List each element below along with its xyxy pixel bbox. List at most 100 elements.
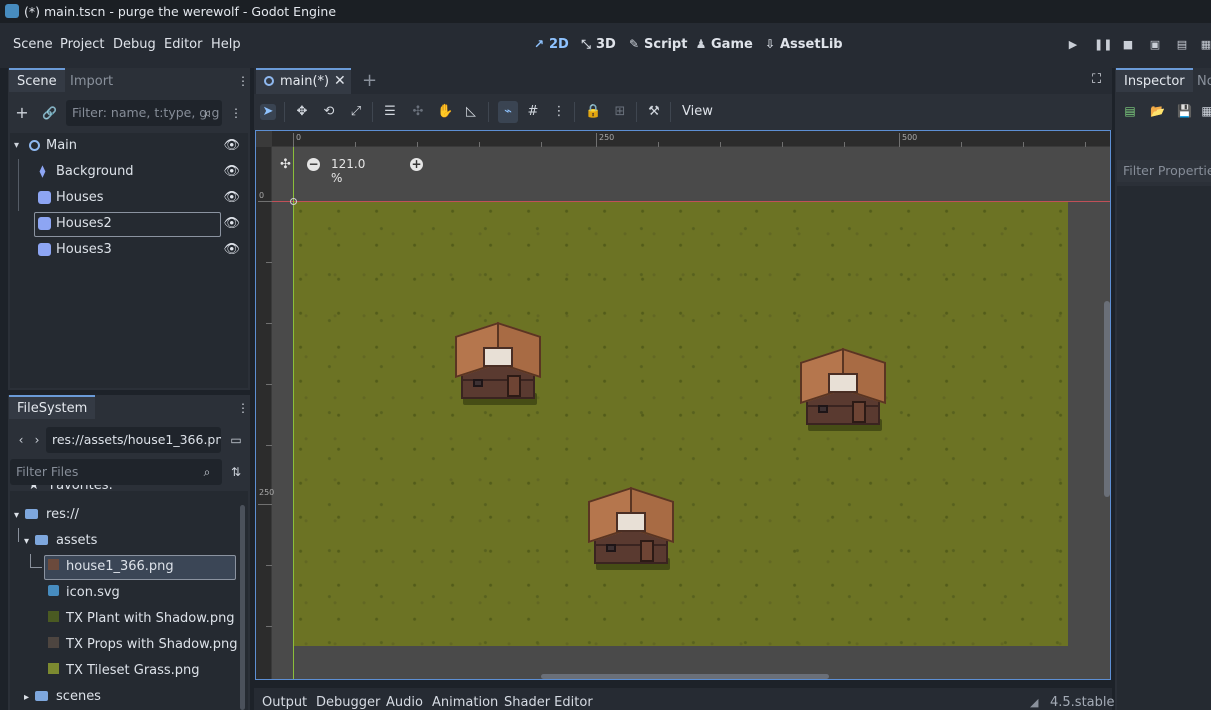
fs-file-plant[interactable]: TX Plant with Shadow.png [48,606,235,632]
scene-filter-input[interactable]: Filter: name, t:type, g:g [66,100,222,126]
extra-options-icon[interactable]: ▦ [1200,104,1211,118]
tab-scene[interactable]: Scene [9,68,65,92]
zoom-out-icon[interactable]: − [307,158,320,171]
save-resource-icon[interactable]: 💾 [1177,104,1192,118]
collapse-arrow-icon[interactable]: ▾ [14,133,19,159]
visibility-eye-icon[interactable]: 👁 [223,211,240,237]
zoom-level-button[interactable]: 121.0 % [331,157,365,185]
menu-editor[interactable]: Editor [164,37,202,52]
load-resource-icon[interactable]: 📂 [1150,104,1165,118]
canvas-viewport[interactable]: 0 250 500 0 250 ✣ − 121.0 % + [255,130,1111,680]
skeleton-tool-icon[interactable]: ⚒ [646,104,662,120]
group-icon[interactable]: ⊞ [612,104,628,120]
menu-project[interactable]: Project [60,37,104,52]
fs-folder-assets[interactable]: ▾ assets [18,528,97,554]
file-filter-input[interactable]: Filter Files [10,459,222,485]
snap-options-icon[interactable]: ⋮ [551,104,567,120]
new-scene-tab-icon[interactable]: + [362,70,377,91]
distraction-free-icon[interactable]: ⛶ [1092,72,1101,87]
fs-file-tileset[interactable]: TX Tileset Grass.png [48,658,200,684]
rotate-tool-icon[interactable]: ⟲ [321,104,337,120]
tree-node-houses[interactable]: Houses 👁 [12,185,244,211]
workspace-3d-button[interactable]: ⤡ 3D [579,37,616,52]
visibility-eye-icon[interactable]: 👁 [223,159,240,185]
dock-menu-icon[interactable]: ⋮ [236,401,250,415]
inspector-filter-input[interactable]: Filter Properties [1117,160,1211,182]
bottom-tab-shader-editor[interactable]: Shader Editor [504,695,593,710]
pivot-tool-icon[interactable]: ✣ [410,104,426,120]
tab-inspector[interactable]: Inspector [1116,68,1193,92]
bottom-tab-audio[interactable]: Audio [386,695,423,710]
houses3-sprite[interactable] [588,482,674,572]
list-select-icon[interactable]: ☰ [382,104,398,120]
forward-arrow-icon[interactable]: › [30,433,44,447]
lock-icon[interactable]: 🔒 [585,104,601,120]
scene-options-icon[interactable]: ⋮ [229,106,243,120]
menu-debug[interactable]: Debug [113,37,156,52]
expand-arrow-icon[interactable]: ▸ [24,692,29,703]
houses2-sprite[interactable] [800,343,886,433]
dock-menu-icon[interactable]: ⋮ [236,74,250,88]
scene-tab-main[interactable]: main(*) ✕ [256,68,351,94]
scale-tool-icon[interactable]: ⤢ [348,104,364,120]
tree-node-main[interactable]: ▾ Main 👁 [12,133,244,159]
fs-root-row[interactable]: ▾ res:// [14,502,79,528]
pan-tool-icon[interactable]: ✋ [437,104,453,120]
pause-icon[interactable]: ❚❚ [1094,38,1112,52]
play-scene-icon[interactable]: ▣ [1148,38,1162,52]
play-custom-scene-icon[interactable]: ▤ [1175,38,1189,52]
fs-file-house1[interactable]: house1_366.png [30,554,174,580]
add-node-icon[interactable]: + [15,105,29,121]
tab-node[interactable]: No [1189,68,1211,89]
houses-sprite[interactable] [455,317,541,407]
workspace-script-button[interactable]: ✎ Script [627,37,688,52]
back-arrow-icon[interactable]: ‹ [14,433,28,447]
background-grass-sprite[interactable] [293,201,1068,646]
zoom-in-icon[interactable]: + [410,158,423,171]
tab-filesystem[interactable]: FileSystem [9,395,96,419]
select-tool-icon[interactable]: ➤ [260,104,276,120]
workspace-assetlib-button[interactable]: ⇩ AssetLib [763,37,843,52]
horizontal-scrollbar[interactable] [541,674,829,679]
smart-snap-icon[interactable]: ⌁ [498,101,518,123]
visibility-eye-icon[interactable]: 👁 [223,237,240,263]
bottom-tab-animation[interactable]: Animation [432,695,498,710]
workspace-game-button[interactable]: ♟ Game [694,37,753,52]
view-menu-button[interactable]: View [682,104,713,119]
ruler-tool-icon[interactable]: ◺ [463,104,479,120]
menu-help[interactable]: Help [211,37,241,52]
engine-version-label[interactable]: 4.5.stable [1050,695,1115,710]
move-tool-icon[interactable]: ✥ [294,104,310,120]
visibility-eye-icon[interactable]: 👁 [223,185,240,211]
movie-maker-icon[interactable]: ▦ [1199,38,1211,52]
tree-node-houses2[interactable]: Houses2 👁 [12,211,244,237]
new-resource-icon[interactable]: ▤ [1123,104,1137,118]
vertical-scrollbar[interactable] [1104,301,1110,497]
menu-scene[interactable]: Scene [13,37,53,52]
workspace-2d-button[interactable]: ↗ 2D [532,37,569,52]
fs-folder-scenes[interactable]: ▸ scenes [24,684,101,710]
update-spinner-icon[interactable]: ◢ [1030,696,1038,709]
search-icon: ⌕ [204,106,212,120]
collapse-arrow-icon[interactable]: ▾ [14,510,19,521]
bottom-tab-output[interactable]: Output [262,695,307,710]
tree-node-background[interactable]: ⧫ Background 👁 [12,159,244,185]
visibility-eye-icon[interactable]: 👁 [223,133,240,159]
fs-file-icon-svg[interactable]: icon.svg [48,580,120,606]
instance-scene-icon[interactable]: 🔗 [42,106,57,120]
bottom-tab-debugger[interactable]: Debugger [316,695,380,710]
fs-file-props[interactable]: TX Props with Shadow.png [48,632,237,658]
grid-snap-icon[interactable]: # [525,104,541,120]
center-view-icon[interactable]: ✣ [280,157,294,172]
stop-icon[interactable]: ■ [1121,38,1135,52]
collapse-arrow-icon[interactable]: ▾ [24,536,29,547]
tree-node-houses3[interactable]: Houses3 👁 [12,237,244,263]
path-field[interactable]: res://assets/house1_366.png [46,427,221,453]
tab-import[interactable]: Import [62,68,121,89]
ruler-label: 250 [599,133,615,142]
file-tree-scrollbar[interactable] [240,505,245,710]
play-icon[interactable]: ▶ [1066,38,1080,52]
close-icon[interactable]: ✕ [334,73,346,89]
toggle-split-icon[interactable]: ▭ [229,433,243,447]
sort-icon[interactable]: ⇅ [229,465,243,479]
